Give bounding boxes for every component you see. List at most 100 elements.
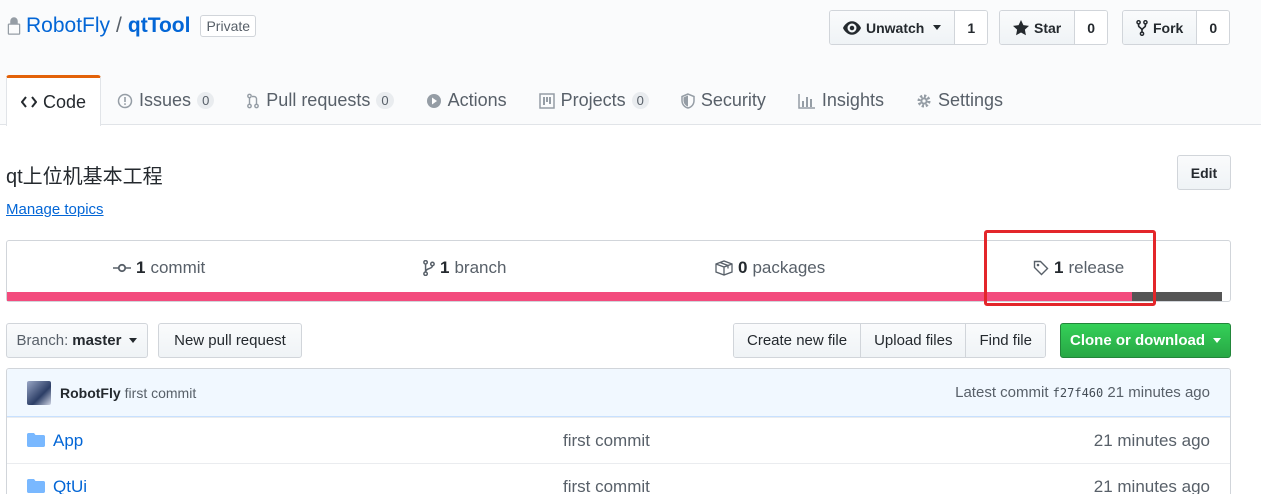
latest-commit-info: Latest commit f27f460 21 minutes ago xyxy=(955,384,1210,401)
folder-icon xyxy=(27,433,45,447)
repo-summary: 1 commit 1 branch 0 packages 1 release xyxy=(6,240,1231,302)
file-name-link[interactable]: App xyxy=(53,431,83,451)
file-age: 21 minutes ago xyxy=(1093,476,1210,494)
file-commit-message-link[interactable]: first commit xyxy=(563,431,650,451)
tab-code[interactable]: Code xyxy=(6,75,102,126)
branch-name: master xyxy=(72,332,122,349)
language-segment[interactable] xyxy=(1132,292,1222,301)
branches-label: branch xyxy=(454,258,507,277)
watchers-count[interactable]: 1 xyxy=(955,11,988,44)
packages-label: packages xyxy=(752,258,826,277)
tab-security[interactable]: Security xyxy=(665,75,782,126)
issues-counter: 0 xyxy=(197,92,215,109)
shield-icon xyxy=(681,92,695,109)
tab-actions[interactable]: Actions xyxy=(410,75,523,126)
star-icon xyxy=(1013,19,1029,35)
latest-commit-age: 21 minutes ago xyxy=(1107,384,1210,401)
fork-icon xyxy=(1136,19,1148,36)
pull-requests-counter: 0 xyxy=(376,92,394,109)
branches-count: 1 xyxy=(440,258,450,277)
repo-description: qt上位机基本工程 xyxy=(6,166,163,188)
commit-sha-link[interactable]: f27f460 xyxy=(1053,386,1104,400)
clone-label: Clone or download xyxy=(1070,332,1205,349)
new-pull-request-button[interactable]: New pull request xyxy=(158,323,302,358)
file-age: 21 minutes ago xyxy=(1093,430,1210,450)
tab-label: Security xyxy=(700,90,766,110)
language-bar[interactable] xyxy=(7,292,1222,301)
commits-count: 1 xyxy=(136,258,146,277)
project-icon xyxy=(538,92,555,109)
releases-summary[interactable]: 1 release xyxy=(1033,258,1124,278)
table-row: App first commit 21 minutes ago xyxy=(7,417,1230,463)
tab-label: Actions xyxy=(447,90,507,110)
manage-topics-link[interactable]: Manage topics xyxy=(6,201,104,218)
avatar[interactable] xyxy=(27,380,51,405)
file-browser: RobotFly first commit Latest commit f27f… xyxy=(6,368,1231,494)
find-file-button[interactable]: Find file xyxy=(966,324,1045,357)
latest-commit-bar: RobotFly first commit Latest commit f27f… xyxy=(7,369,1230,417)
unwatch-label: Unwatch xyxy=(866,19,925,36)
branch-prefix: Branch: xyxy=(16,332,69,349)
tab-label: Code xyxy=(43,91,87,112)
watch-group: Unwatch 1 xyxy=(829,10,989,45)
clone-or-download-button[interactable]: Clone or download xyxy=(1060,323,1231,358)
file-commit-message-link[interactable]: first commit xyxy=(563,477,650,494)
tab-label: Settings xyxy=(937,90,1004,110)
language-segment[interactable] xyxy=(7,292,1133,301)
fork-group: Fork 0 xyxy=(1122,10,1231,45)
tab-issues[interactable]: Issues 0 xyxy=(101,75,230,126)
play-icon xyxy=(426,93,441,108)
upload-files-button[interactable]: Upload files xyxy=(861,324,967,357)
fork-label: Fork xyxy=(1153,19,1184,36)
releases-count: 1 xyxy=(1054,258,1064,277)
tab-insights[interactable]: Insights xyxy=(782,75,900,126)
issue-icon xyxy=(117,93,133,108)
stars-count[interactable]: 0 xyxy=(1075,11,1108,44)
package-icon xyxy=(715,260,733,276)
packages-summary[interactable]: 0 packages xyxy=(715,258,825,278)
star-group: Star 0 xyxy=(999,10,1109,45)
branch-select-button[interactable]: Branch: master xyxy=(6,323,148,358)
lock-icon xyxy=(7,17,21,35)
chevron-down-icon xyxy=(129,338,138,343)
table-row: QtUi first commit 21 minutes ago xyxy=(7,463,1230,494)
tab-label: Insights xyxy=(821,90,884,110)
tab-projects[interactable]: Projects 0 xyxy=(523,75,665,126)
repo-name-link[interactable]: qtTool xyxy=(128,14,191,38)
code-icon xyxy=(21,96,37,108)
commits-summary[interactable]: 1 commit xyxy=(113,258,205,278)
tab-label: Pull requests xyxy=(266,90,371,110)
commit-message-link[interactable]: first commit xyxy=(125,385,197,401)
projects-counter: 0 xyxy=(631,92,649,109)
releases-label: release xyxy=(1068,258,1125,277)
edit-description-button[interactable]: Edit xyxy=(1177,155,1231,190)
graph-icon xyxy=(798,93,815,109)
packages-count: 0 xyxy=(738,258,748,277)
fork-button[interactable]: Fork xyxy=(1123,11,1198,44)
chevron-down-icon xyxy=(1213,338,1221,343)
file-actions-group: Create new file Upload files Find file xyxy=(733,323,1046,358)
file-name-link[interactable]: QtUi xyxy=(53,477,87,494)
private-badge: Private xyxy=(200,15,257,37)
repo-nav-tabs: Code Issues 0 Pull requests 0 Actions Pr… xyxy=(6,75,1019,126)
tab-label: Issues xyxy=(139,90,192,110)
repo-separator: / xyxy=(116,14,122,37)
tag-icon xyxy=(1033,260,1049,276)
create-new-file-button[interactable]: Create new file xyxy=(734,324,862,357)
forks-count[interactable]: 0 xyxy=(1197,11,1230,44)
pull-request-icon xyxy=(247,93,260,108)
tab-settings[interactable]: Settings xyxy=(900,75,1019,126)
commit-author-link[interactable]: RobotFly xyxy=(60,385,121,401)
tab-label: Projects xyxy=(560,90,626,110)
latest-commit-prefix: Latest commit xyxy=(955,384,1049,401)
repo-owner-link[interactable]: RobotFly xyxy=(26,14,110,38)
gear-icon xyxy=(917,94,931,107)
branches-summary[interactable]: 1 branch xyxy=(423,258,506,278)
tab-pull-requests[interactable]: Pull requests 0 xyxy=(230,75,409,126)
unwatch-button[interactable]: Unwatch xyxy=(830,11,956,44)
commit-icon xyxy=(113,263,131,273)
repo-header: RobotFly / qtTool Private Unwatch 1 Star… xyxy=(0,0,1261,126)
chevron-down-icon xyxy=(933,25,942,30)
star-button[interactable]: Star xyxy=(1000,11,1076,44)
repo-title: RobotFly / qtTool Private xyxy=(6,14,257,38)
